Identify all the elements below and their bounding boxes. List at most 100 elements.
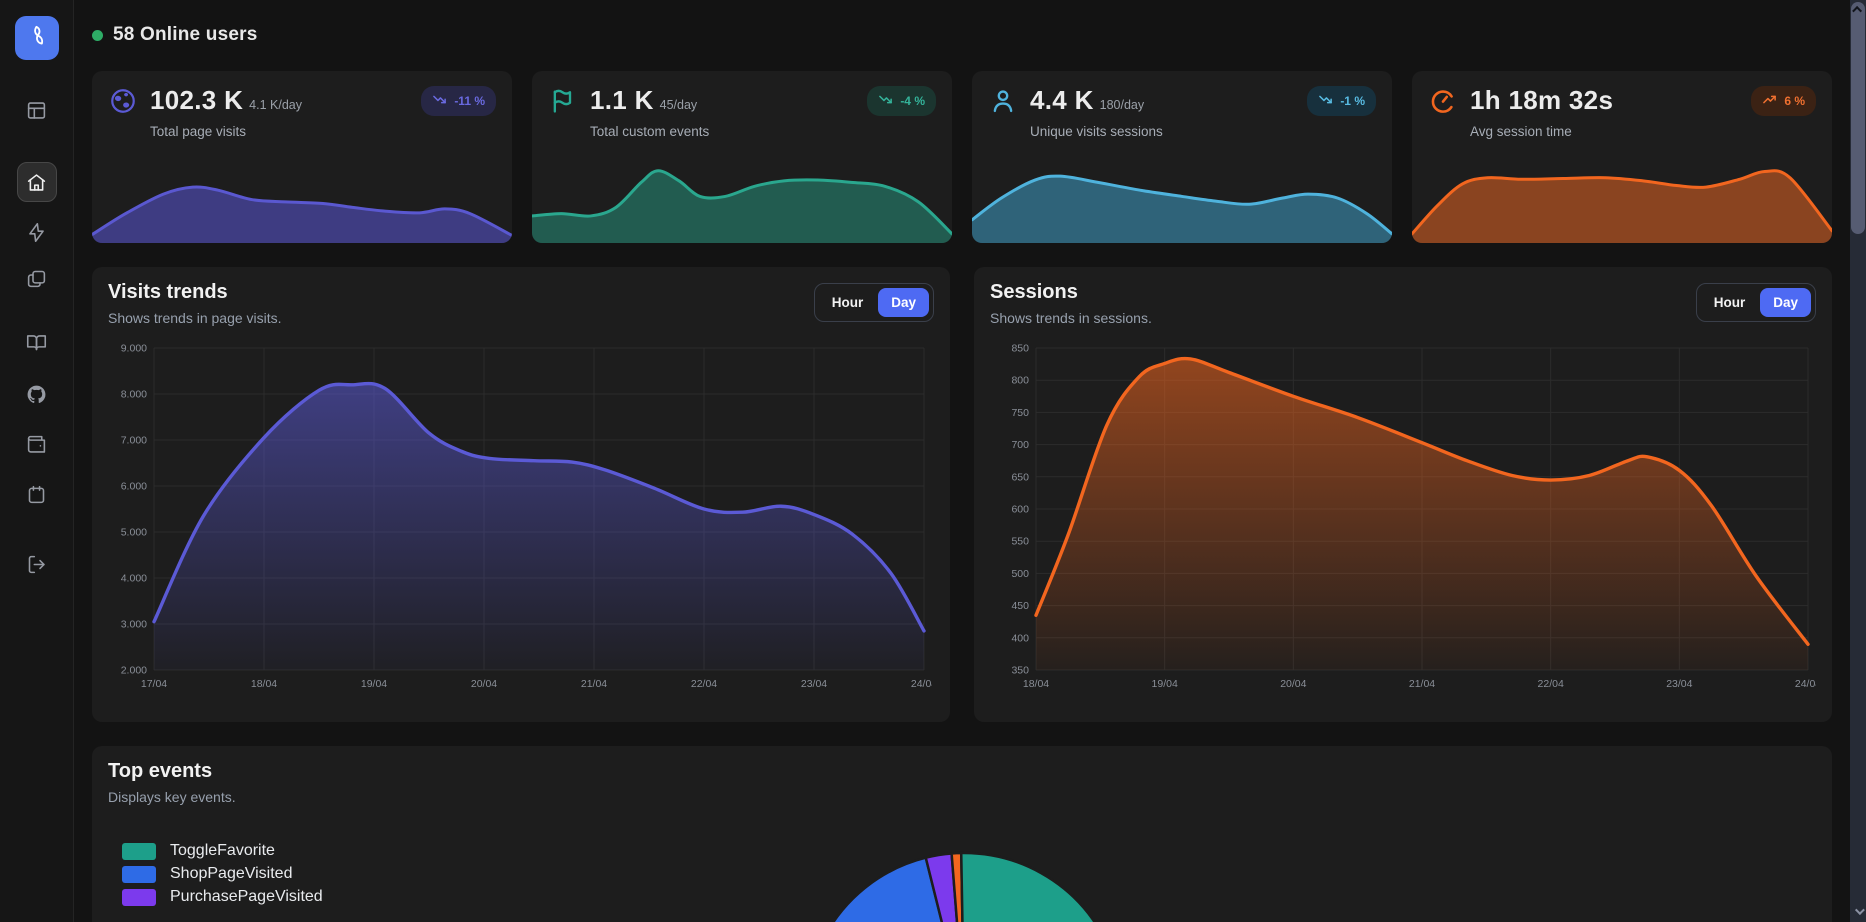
svg-text:18/04: 18/04 — [251, 678, 277, 690]
stat-rate: 45/day — [660, 98, 698, 112]
trending-down-icon — [432, 92, 447, 110]
svg-text:600: 600 — [1011, 504, 1029, 516]
svg-text:5.000: 5.000 — [121, 527, 147, 539]
trend-badge: -4 % — [867, 86, 936, 116]
legend-label: ShopPageVisited — [170, 865, 292, 883]
legend-swatch — [122, 843, 156, 860]
stat-card-unique-visits: 4.4 K180/day -1 % Unique visits sessions — [972, 71, 1392, 243]
day-button[interactable]: Day — [878, 288, 929, 317]
svg-text:8.000: 8.000 — [121, 389, 147, 401]
svg-text:2.000: 2.000 — [121, 665, 147, 677]
stat-label: Avg session time — [1470, 124, 1816, 139]
svg-text:350: 350 — [1011, 665, 1029, 677]
top-events-pie-chart — [804, 851, 1124, 922]
svg-text:21/04: 21/04 — [581, 678, 607, 690]
trending-up-icon — [1762, 92, 1777, 110]
wallet-icon[interactable] — [25, 432, 49, 456]
page-visits-sparkline — [92, 151, 512, 243]
svg-text:22/04: 22/04 — [1538, 678, 1564, 690]
zap-icon[interactable] — [25, 220, 49, 244]
session-time-sparkline — [1412, 151, 1832, 243]
analytics-dashboard: { "brand": {"logo_bg": "#4e78ee"}, "head… — [0, 0, 1866, 922]
svg-text:4.000: 4.000 — [121, 573, 147, 585]
logo-icon — [24, 23, 50, 54]
sessions-card: Sessions Shows trends in sessions. Hour … — [974, 267, 1832, 722]
svg-text:800: 800 — [1011, 375, 1029, 387]
online-users-header: 58 Online users — [92, 0, 1832, 46]
top-events-title: Top events — [108, 760, 1816, 783]
stat-value: 1.1 K — [590, 85, 654, 115]
svg-text:23/04: 23/04 — [1666, 678, 1692, 690]
book-icon[interactable] — [25, 330, 49, 354]
svg-text:24/04: 24/04 — [1795, 678, 1816, 690]
svg-text:19/04: 19/04 — [1152, 678, 1178, 690]
vertical-scrollbar[interactable] — [1850, 0, 1866, 922]
top-events-card: Top events Displays key events. ToggleFa… — [92, 746, 1832, 922]
calendar-icon[interactable] — [25, 482, 49, 506]
svg-text:7.000: 7.000 — [121, 435, 147, 447]
svg-text:650: 650 — [1011, 471, 1029, 483]
online-status-dot — [92, 30, 103, 41]
chart-subtitle: Shows trends in page visits. — [108, 310, 282, 326]
svg-text:22/04: 22/04 — [691, 678, 717, 690]
scroll-up-icon[interactable] — [1850, 2, 1866, 16]
svg-text:20/04: 20/04 — [471, 678, 497, 690]
stat-label: Unique visits sessions — [1030, 124, 1376, 139]
svg-text:400: 400 — [1011, 632, 1029, 644]
trending-down-icon — [1318, 92, 1333, 110]
charts-row: Visits trends Shows trends in page visit… — [92, 267, 1832, 722]
svg-text:450: 450 — [1011, 600, 1029, 612]
unique-visits-sparkline — [972, 151, 1392, 243]
sessions-chart: 35040045050055060065070075080085018/0419… — [990, 340, 1816, 703]
trend-badge: -11 % — [421, 86, 496, 116]
stat-label: Total page visits — [150, 124, 496, 139]
scroll-down-icon[interactable] — [1850, 904, 1866, 918]
app-logo[interactable] — [15, 16, 59, 60]
stat-value: 102.3 K — [150, 85, 243, 115]
svg-text:700: 700 — [1011, 439, 1029, 451]
online-users-label: 58 Online users — [113, 24, 258, 46]
svg-text:24/04: 24/04 — [911, 678, 932, 690]
hour-button[interactable]: Hour — [819, 288, 877, 317]
stat-value: 4.4 K — [1030, 85, 1094, 115]
stat-label: Total custom events — [590, 124, 936, 139]
hour-button[interactable]: Hour — [1701, 288, 1759, 317]
svg-text:19/04: 19/04 — [361, 678, 387, 690]
globe-icon — [108, 86, 138, 116]
logout-icon[interactable] — [25, 552, 49, 576]
stat-value: 1h 18m 32s — [1470, 85, 1613, 115]
trend-badge: 6 % — [1751, 86, 1816, 116]
day-button[interactable]: Day — [1760, 288, 1811, 317]
stat-rate: 4.1 K/day — [249, 98, 302, 112]
stat-cards-row: 102.3 K 4.1 K/day -11 % Total page visits… — [92, 71, 1832, 243]
interval-toggle: Hour Day — [814, 283, 934, 322]
stat-card-page-visits: 102.3 K 4.1 K/day -11 % Total page visits — [92, 71, 512, 243]
svg-text:3.000: 3.000 — [121, 619, 147, 631]
trending-down-icon — [878, 92, 893, 110]
panels-icon[interactable] — [25, 98, 49, 122]
github-icon[interactable] — [25, 382, 49, 406]
legend-label: ToggleFavorite — [170, 842, 275, 860]
custom-events-sparkline — [532, 151, 952, 243]
stat-card-session-time: 1h 18m 32s 6 % Avg session time — [1412, 71, 1832, 243]
main-content: 58 Online users 102.3 K 4.1 K/day -11 % T… — [74, 0, 1832, 922]
chart-title: Visits trends — [108, 281, 282, 304]
timer-icon — [1428, 86, 1458, 116]
legend-swatch — [122, 866, 156, 883]
sidebar — [0, 0, 74, 922]
svg-text:18/04: 18/04 — [1023, 678, 1049, 690]
scrollbar-thumb[interactable] — [1851, 2, 1865, 234]
visits-trends-card: Visits trends Shows trends in page visit… — [92, 267, 950, 722]
interval-toggle: Hour Day — [1696, 283, 1816, 322]
legend-swatch — [122, 889, 156, 906]
svg-text:850: 850 — [1011, 343, 1029, 355]
home-icon[interactable] — [17, 162, 57, 202]
user-icon — [988, 86, 1018, 116]
flag-icon — [548, 86, 578, 116]
trend-badge: -1 % — [1307, 86, 1376, 116]
svg-text:550: 550 — [1011, 536, 1029, 548]
copy-icon[interactable] — [25, 266, 49, 290]
visits-trends-chart: 2.0003.0004.0005.0006.0007.0008.0009.000… — [108, 340, 934, 703]
svg-text:17/04: 17/04 — [141, 678, 167, 690]
svg-text:6.000: 6.000 — [121, 481, 147, 493]
